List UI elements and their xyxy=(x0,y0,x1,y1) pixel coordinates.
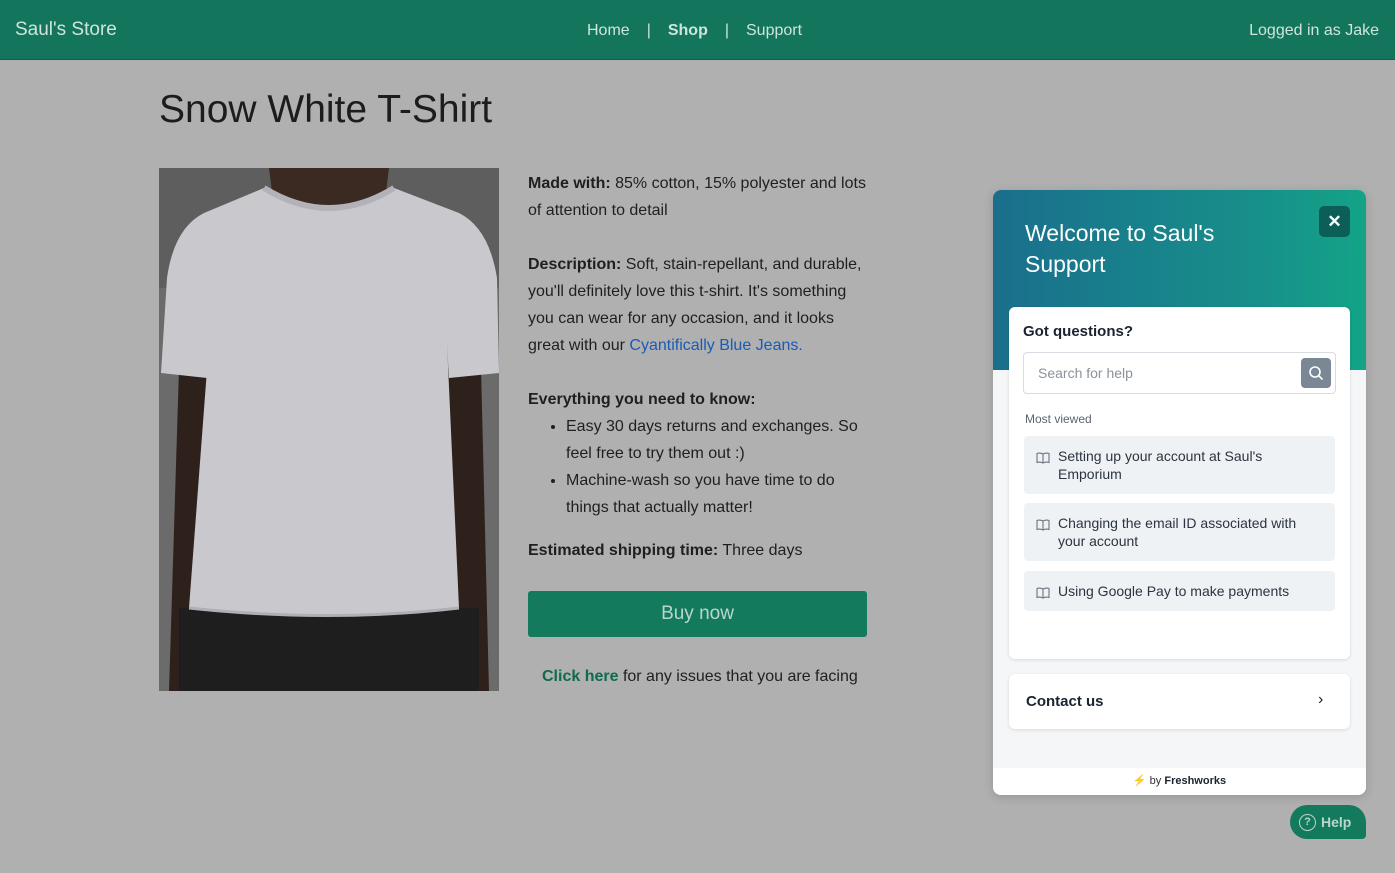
issues-text: for any issues that you are facing xyxy=(622,668,858,685)
article-title: Setting up your account at Saul's Empori… xyxy=(1058,448,1263,482)
nav-link-support[interactable]: Support xyxy=(746,22,802,40)
footer-brand[interactable]: Freshworks xyxy=(1164,775,1226,787)
search-box xyxy=(1023,352,1336,394)
description: Description: Soft, stain-repellant, and … xyxy=(528,251,868,359)
chevron-right-icon: › xyxy=(1318,691,1324,708)
know-list: Easy 30 days returns and exchanges. So f… xyxy=(566,413,868,521)
most-viewed-label: Most viewed xyxy=(1025,412,1092,426)
support-widget: Welcome to Saul's Support ✕ Got question… xyxy=(993,190,1366,795)
search-icon xyxy=(1309,366,1323,380)
question-icon: ? xyxy=(1299,814,1316,831)
article-title: Changing the email ID associated with yo… xyxy=(1058,515,1297,549)
questions-title: Got questions? xyxy=(1023,323,1133,340)
contact-us-card[interactable]: Contact us › xyxy=(1009,674,1350,729)
nav-links: Home | Shop | Support xyxy=(587,22,802,40)
shipping-label: Estimated shipping time: xyxy=(528,542,719,559)
article-item[interactable]: Changing the email ID associated with yo… xyxy=(1024,503,1335,561)
product-image xyxy=(159,168,499,691)
search-button[interactable] xyxy=(1301,358,1331,388)
login-status: Logged in as Jake xyxy=(1249,22,1379,39)
click-here-link[interactable]: Click here xyxy=(542,668,618,685)
book-icon xyxy=(1036,450,1050,468)
product-details: Made with: 85% cotton, 15% polyester and… xyxy=(528,170,868,591)
book-icon xyxy=(1036,517,1050,535)
article-item[interactable]: Using Google Pay to make payments xyxy=(1024,571,1335,611)
buy-now-button[interactable]: Buy now xyxy=(528,591,867,637)
article-item[interactable]: Setting up your account at Saul's Empori… xyxy=(1024,436,1335,494)
list-item: Easy 30 days returns and exchanges. So f… xyxy=(566,413,868,467)
made-with: Made with: 85% cotton, 15% polyester and… xyxy=(528,170,868,224)
book-icon xyxy=(1036,585,1050,603)
shipping-time: Estimated shipping time: Three days xyxy=(528,537,868,564)
widget-footer: ⚡ by Freshworks xyxy=(993,768,1366,795)
help-button[interactable]: ? Help xyxy=(1290,805,1366,839)
close-icon: ✕ xyxy=(1327,212,1342,231)
contact-us-label: Contact us xyxy=(1026,693,1104,710)
made-with-label: Made with: xyxy=(528,175,611,192)
shipping-text: Three days xyxy=(722,542,803,559)
bolt-icon: ⚡ xyxy=(1132,775,1147,787)
article-title: Using Google Pay to make payments xyxy=(1058,583,1290,599)
list-item: Machine-wash so you have time to do thin… xyxy=(566,467,868,521)
description-label: Description: xyxy=(528,256,622,273)
jeans-link[interactable]: Cyantifically Blue Jeans. xyxy=(629,337,802,354)
nav-separator: | xyxy=(724,22,729,39)
store-brand[interactable]: Saul's Store xyxy=(15,19,117,41)
footer-by: by xyxy=(1149,775,1162,787)
close-button[interactable]: ✕ xyxy=(1319,206,1350,237)
nav-separator: | xyxy=(646,22,651,39)
questions-card: Got questions? Most viewed Setting up yo… xyxy=(1009,307,1350,659)
product-title: Snow White T-Shirt xyxy=(159,88,493,131)
nav-link-home[interactable]: Home xyxy=(587,22,630,40)
tshirt-illustration xyxy=(159,168,499,691)
issues-line: Click here for any issues that you are f… xyxy=(542,668,858,686)
widget-title: Welcome to Saul's Support xyxy=(1025,220,1215,277)
top-navbar: Saul's Store Home | Shop | Support Logge… xyxy=(0,0,1395,60)
know-heading: Everything you need to know: xyxy=(528,386,868,413)
nav-link-shop[interactable]: Shop xyxy=(668,22,708,40)
search-input[interactable] xyxy=(1024,353,1294,393)
know-label: Everything you need to know: xyxy=(528,391,756,408)
help-label: Help xyxy=(1321,814,1352,830)
